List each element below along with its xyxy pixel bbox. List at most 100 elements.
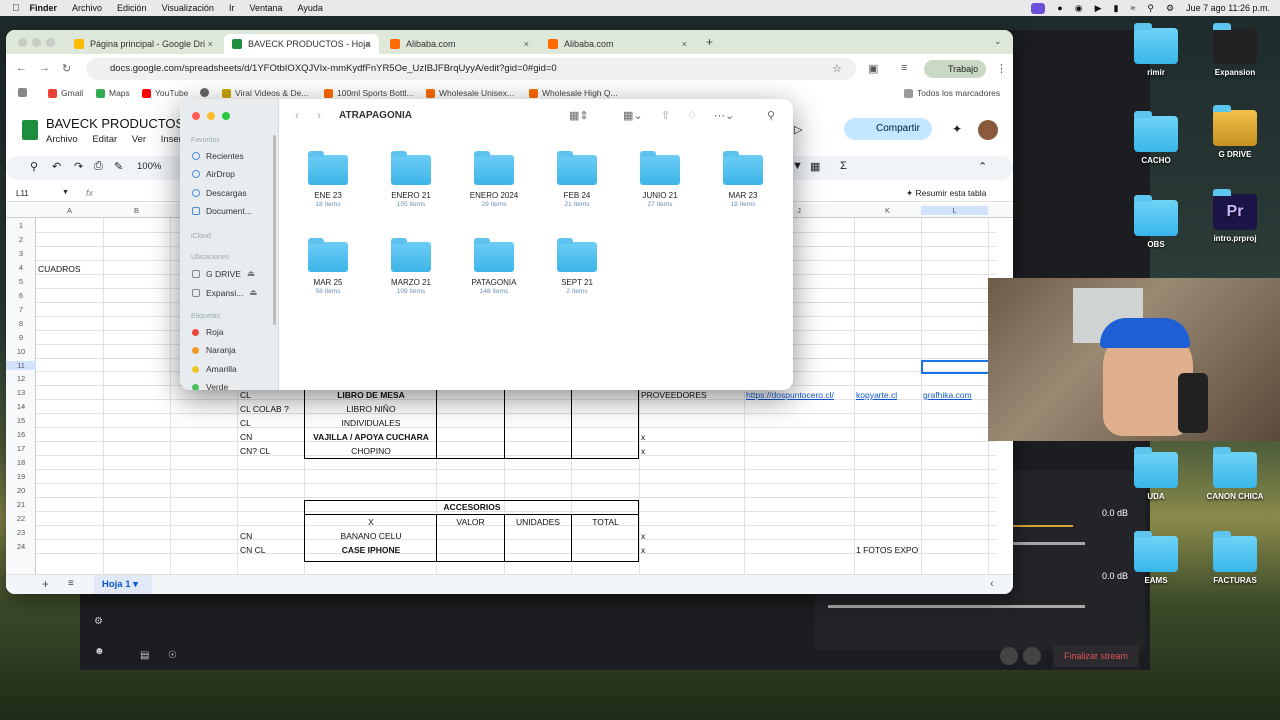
apple-icon[interactable]:  xyxy=(12,3,20,14)
cell-a4[interactable]: CUADROS xyxy=(38,264,81,274)
menu-visualizacion[interactable]: Visualización xyxy=(162,3,214,13)
clock[interactable]: Jue 7 ago 11:26 p.m. xyxy=(1186,3,1270,13)
accessories-title[interactable]: ACCESORIOS xyxy=(305,502,639,512)
bookmark-star-icon[interactable]: ☆ xyxy=(832,62,842,75)
sidebar-tag-naranja[interactable]: Naranja xyxy=(192,345,236,355)
meet-icon[interactable]: ▷ xyxy=(794,123,802,136)
desktop-item-eams[interactable]: EAMS xyxy=(1130,531,1182,585)
forward-icon[interactable]: › xyxy=(317,108,321,122)
gear-icon[interactable]: ⚙ xyxy=(94,616,103,627)
cell-i23[interactable]: x xyxy=(641,531,645,541)
forward-icon[interactable]: → xyxy=(39,62,50,74)
window-zoom-button[interactable] xyxy=(46,38,55,47)
folder-item[interactable]: MARZO 21 109 ítems xyxy=(378,238,444,295)
bookmark-highq[interactable]: Wholesale High Q... xyxy=(529,88,618,98)
cell-k24[interactable]: 1 FOTOS EXPO xyxy=(856,545,918,555)
address-bar[interactable]: docs.google.com/spreadsheets/d/1YFOtbIOX… xyxy=(86,58,856,80)
group-icon[interactable]: ▦⌄ xyxy=(623,109,643,122)
tab-drive[interactable]: Página principal - Google Dri × xyxy=(66,34,221,54)
menu-ventana[interactable]: Ventana xyxy=(249,3,282,13)
more-icon[interactable]: ⋯⌄ xyxy=(714,109,734,122)
folder-item[interactable]: MAR 25 58 ítems xyxy=(295,238,361,295)
folder-item[interactable]: PATAGONIA 148 ítems xyxy=(461,238,527,295)
window-close-button[interactable] xyxy=(192,112,200,120)
column-header-b[interactable]: B xyxy=(103,206,170,215)
desktop-drive-gdrive[interactable]: G DRIVE xyxy=(1200,105,1270,159)
desktop-item-obs[interactable]: OBS xyxy=(1130,195,1182,249)
undo-icon[interactable]: ↶ xyxy=(52,160,61,173)
cell-d24[interactable]: CASE IPHONE xyxy=(305,545,437,555)
desktop-drive-expansion[interactable]: Expansion xyxy=(1200,23,1270,77)
cell-i16[interactable]: x xyxy=(641,432,645,442)
cell-d23[interactable]: BANANO CELU xyxy=(305,531,437,541)
volume-slider-2[interactable] xyxy=(828,605,1085,608)
record-icon[interactable] xyxy=(1000,647,1018,665)
cell-c17[interactable]: CN? CL xyxy=(240,446,270,456)
sidebar-item-documentos[interactable]: Document... xyxy=(192,206,252,216)
sidebar-tag-roja[interactable]: Roja xyxy=(192,327,223,337)
search-icon[interactable]: ⚲ xyxy=(30,160,38,173)
status-icon[interactable]: ● xyxy=(1057,3,1062,13)
column-header-a[interactable]: A xyxy=(36,206,103,215)
avatar[interactable] xyxy=(978,120,998,140)
bookmark-sports[interactable]: 100ml Sports Bottl... xyxy=(324,88,414,98)
tab-sheets[interactable]: BAVECK PRODUCTOS - Hoja × xyxy=(224,34,379,54)
cell-c13[interactable]: CL xyxy=(240,390,251,400)
sidebar-item-expansion[interactable]: Expansi... ⏏ xyxy=(192,287,257,298)
desktop-item-uda[interactable]: UDA xyxy=(1130,447,1182,501)
share-button[interactable]: Compartir xyxy=(844,118,932,140)
close-icon[interactable]: × xyxy=(524,39,529,49)
profile-chip[interactable]: Trabajo xyxy=(924,60,986,78)
menu-ir[interactable]: Ir xyxy=(229,3,235,13)
folder-item[interactable]: FEB 24 21 ítems xyxy=(544,151,610,208)
back-icon[interactable]: ‹ xyxy=(295,108,299,122)
view-icon[interactable]: ▦⇕ xyxy=(569,109,589,122)
cell-c23[interactable]: CN xyxy=(240,531,252,541)
zoom-select[interactable]: 100% xyxy=(137,161,161,172)
control-center-icon[interactable]: ⚙ xyxy=(1166,3,1174,14)
cell-c14[interactable]: CL COLAB ? xyxy=(240,404,289,414)
reload-icon[interactable]: ↻ xyxy=(62,62,71,75)
stats-icon[interactable]: ▤ xyxy=(140,650,149,661)
menu-archivo[interactable]: Archivo xyxy=(72,3,102,13)
cell-j13[interactable]: https://dospuntocero.cl/ xyxy=(746,390,834,400)
folder-item[interactable]: MAR 23 18 ítems xyxy=(710,151,776,208)
folder-item[interactable]: ENE 23 18 ítems xyxy=(295,151,361,208)
cell-k13[interactable]: kopyarte.cl xyxy=(856,390,897,400)
close-icon[interactable]: × xyxy=(208,39,213,49)
chevron-up-icon[interactable]: ⌃ xyxy=(978,160,987,173)
bookmark-youtube[interactable]: YouTube xyxy=(142,88,188,98)
cell-c15[interactable]: CL xyxy=(240,418,251,428)
more-menu-icon[interactable]: ⋮ xyxy=(996,62,1007,75)
column-header-k[interactable]: K xyxy=(854,206,921,215)
menu-app-finder[interactable]: Finder xyxy=(30,3,58,13)
chevron-left-icon[interactable]: ‹ xyxy=(990,578,994,590)
volume-slider-1[interactable] xyxy=(1013,542,1085,545)
bookmark-gmail[interactable]: Gmail xyxy=(48,88,83,98)
sidebar-tag-verde[interactable]: Verde xyxy=(192,382,228,390)
sidebar-scrollbar[interactable] xyxy=(273,135,276,325)
bookmark-all[interactable]: Todos los marcadores xyxy=(904,88,1000,98)
menu-edicion[interactable]: Edición xyxy=(117,3,147,13)
eject-icon[interactable]: ⏏ xyxy=(249,287,257,298)
folder-item[interactable]: SEPT 21 2 ítems xyxy=(544,238,610,295)
cell-i13[interactable]: PROVEEDORES xyxy=(641,390,707,400)
desktop-folder-facturas[interactable]: FACTURAS xyxy=(1200,531,1270,585)
window-minimize-button[interactable] xyxy=(32,38,41,47)
menu-archivo[interactable]: Archivo xyxy=(46,134,78,145)
cell-i24[interactable]: x xyxy=(641,545,645,555)
add-sheet-icon[interactable]: + xyxy=(42,577,49,591)
sidebar-item-airdrop[interactable]: AirDrop xyxy=(192,169,235,179)
window-close-button[interactable] xyxy=(18,38,27,47)
sheets-logo-icon[interactable] xyxy=(22,120,38,140)
filter-icon[interactable]: ▼ xyxy=(792,160,803,172)
menu-ver[interactable]: Ver xyxy=(132,134,146,145)
cell-c24[interactable]: CN CL xyxy=(240,545,266,555)
column-header-l[interactable]: L xyxy=(921,206,988,215)
selected-cell-l11[interactable] xyxy=(921,360,991,374)
print-icon[interactable]: ⎙ xyxy=(94,160,103,173)
bookmark-globe-icon[interactable] xyxy=(200,88,213,97)
play-icon[interactable]: ▶ xyxy=(1095,3,1102,14)
paint-format-icon[interactable]: ✎ xyxy=(114,160,123,173)
share-icon[interactable]: ⇧ xyxy=(661,109,670,122)
